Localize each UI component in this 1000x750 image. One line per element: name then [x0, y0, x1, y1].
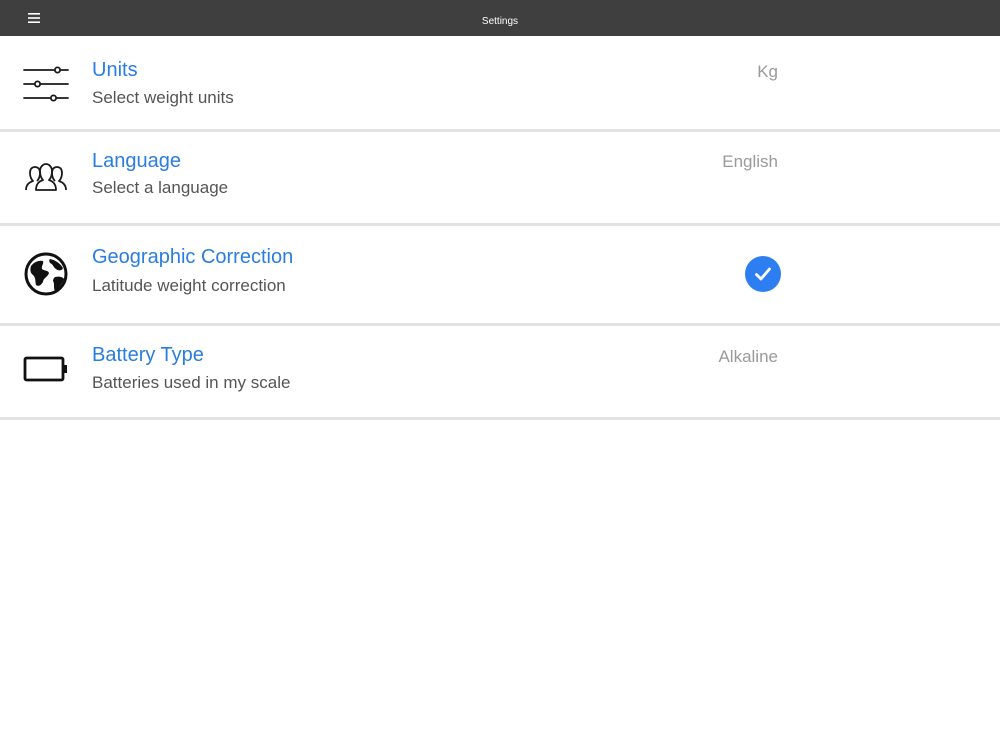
top-app-bar: Settings — [0, 0, 1000, 36]
setting-value: Kg — [757, 62, 778, 81]
globe-icon — [24, 252, 68, 296]
people-icon — [25, 163, 67, 191]
setting-title: Language — [92, 150, 181, 172]
setting-row-geographic-correction[interactable]: Geographic Correction Latitude weight co… — [0, 226, 1000, 326]
setting-value: English — [722, 152, 778, 171]
sliders-icon — [23, 66, 69, 102]
hamburger-menu-icon[interactable] — [28, 13, 40, 23]
geographic-correction-checkbox[interactable] — [745, 256, 781, 292]
setting-title: Units — [92, 59, 138, 81]
battery-icon — [23, 356, 67, 382]
setting-value: Alkaline — [718, 347, 778, 366]
setting-row-battery-type[interactable]: Battery Type Batteries used in my scale … — [0, 326, 1000, 420]
setting-title: Battery Type — [92, 344, 204, 366]
settings-list: Units Select weight units Kg Language Se… — [0, 36, 1000, 420]
setting-subtitle: Batteries used in my scale — [92, 373, 291, 392]
setting-row-units[interactable]: Units Select weight units Kg — [0, 36, 1000, 132]
setting-subtitle: Latitude weight correction — [92, 276, 286, 295]
setting-title: Geographic Correction — [92, 246, 294, 268]
setting-subtitle: Select a language — [92, 178, 229, 197]
checkmark-icon — [755, 267, 771, 281]
setting-subtitle: Select weight units — [92, 88, 234, 107]
page-title: Settings — [481, 16, 519, 27]
setting-row-language[interactable]: Language Select a language English — [0, 132, 1000, 226]
menu-button[interactable] — [22, 8, 46, 28]
